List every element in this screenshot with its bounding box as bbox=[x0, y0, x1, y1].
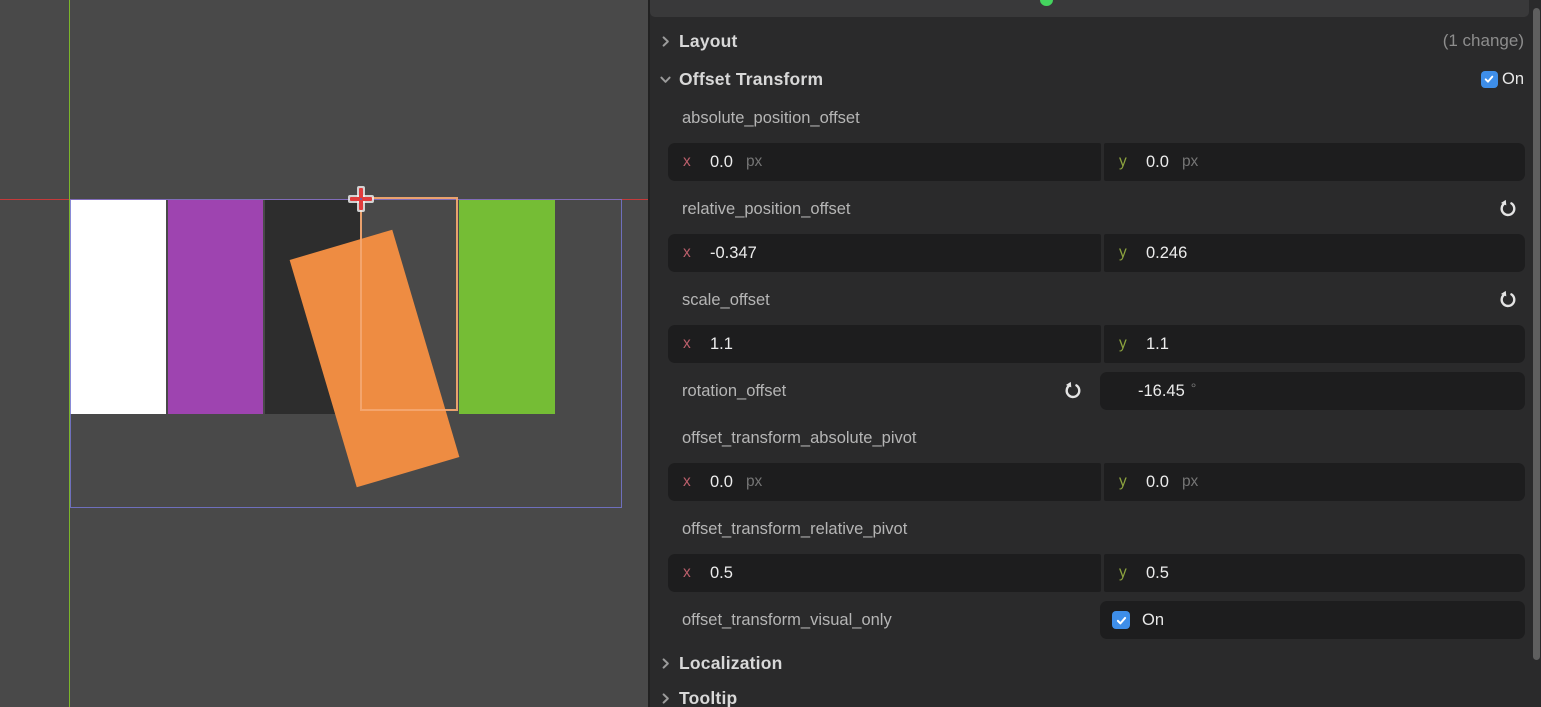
prop-label-text: offset_transform_relative_pivot bbox=[682, 520, 907, 539]
section-header-layout[interactable]: Layout (1 change) bbox=[650, 27, 1524, 55]
axis-y-label: y bbox=[1119, 473, 1133, 491]
prop-label-scale-offset: scale_offset bbox=[682, 286, 1518, 314]
section-header-localization[interactable]: Localization bbox=[650, 649, 1524, 677]
section-layout-label: Layout bbox=[679, 31, 738, 52]
unit-px: px bbox=[746, 473, 762, 491]
prop-label-offset-transform-relative-pivot: offset_transform_relative_pivot bbox=[682, 515, 1518, 543]
input-absolute-pivot-y[interactable]: y 0.0 px bbox=[1104, 463, 1525, 501]
prop-label-text: rotation_offset bbox=[682, 382, 786, 401]
input-absolute-position-offset-x[interactable]: x 0.0 px bbox=[668, 143, 1101, 181]
input-relative-pivot-y[interactable]: y 0.5 bbox=[1104, 554, 1525, 592]
axis-y-label: y bbox=[1119, 564, 1133, 582]
value-y: 0.0 bbox=[1146, 473, 1169, 492]
field-offset-transform-absolute-pivot: x 0.0 px y 0.0 px bbox=[668, 463, 1525, 501]
input-relative-position-offset-y[interactable]: y 0.246 bbox=[1104, 234, 1525, 272]
value-y: 0.0 bbox=[1146, 153, 1169, 172]
value-x: 0.0 bbox=[710, 153, 733, 172]
unit-px: px bbox=[1182, 153, 1198, 171]
input-rotation-offset[interactable]: -16.45 ° bbox=[1100, 372, 1525, 410]
input-visual-only-toggle[interactable]: On bbox=[1100, 601, 1525, 639]
value-y: 0.246 bbox=[1146, 244, 1187, 263]
input-absolute-position-offset-y[interactable]: y 0.0 px bbox=[1104, 143, 1525, 181]
section-tooltip-label: Tooltip bbox=[679, 688, 737, 707]
prop-label-text: offset_transform_visual_only bbox=[682, 611, 892, 630]
field-relative-position-offset: x -0.347 y 0.246 bbox=[668, 234, 1525, 272]
inspector-panel: Layout (1 change) Offset Transform On ab… bbox=[650, 0, 1541, 707]
chevron-right-icon bbox=[658, 34, 672, 48]
axis-x-label: x bbox=[683, 153, 697, 171]
axis-y-label: y bbox=[1119, 335, 1133, 353]
value-rotation: -16.45 bbox=[1138, 382, 1185, 401]
guide-line-vertical-green bbox=[69, 0, 70, 707]
prop-label-text: absolute_position_offset bbox=[682, 109, 860, 128]
scrollbar-thumb[interactable] bbox=[1533, 8, 1540, 660]
axis-x-label: x bbox=[683, 335, 697, 353]
axis-x-label: x bbox=[683, 244, 697, 262]
visual-only-checkbox[interactable] bbox=[1112, 611, 1130, 629]
chevron-down-icon bbox=[658, 72, 672, 86]
axis-x-label: x bbox=[683, 564, 697, 582]
offset-transform-toggle-label: On bbox=[1502, 70, 1524, 89]
unit-px: px bbox=[1182, 473, 1198, 491]
selected-widget-original-outline bbox=[360, 197, 458, 411]
widget-editor-window: Layout (1 change) Offset Transform On ab… bbox=[0, 0, 1541, 707]
row-offset-transform-visual-only: offset_transform_visual_only On bbox=[650, 601, 1541, 639]
prop-label-offset-transform-absolute-pivot: offset_transform_absolute_pivot bbox=[682, 424, 1518, 452]
value-x: 0.5 bbox=[710, 564, 733, 583]
visual-only-toggle-label: On bbox=[1142, 611, 1164, 630]
input-relative-pivot-x[interactable]: x 0.5 bbox=[668, 554, 1101, 592]
layout-change-count-badge: (1 change) bbox=[1443, 31, 1524, 51]
axis-y-label: y bbox=[1119, 153, 1133, 171]
section-localization-label: Localization bbox=[679, 653, 783, 674]
inspector-header-bar bbox=[650, 0, 1529, 17]
value-y: 0.5 bbox=[1146, 564, 1169, 583]
axis-x-label: x bbox=[683, 473, 697, 491]
field-scale-offset: x 1.1 y 1.1 bbox=[668, 325, 1525, 363]
input-absolute-pivot-x[interactable]: x 0.0 px bbox=[668, 463, 1101, 501]
axis-y-label: y bbox=[1119, 244, 1133, 262]
value-y: 1.1 bbox=[1146, 335, 1169, 354]
value-x: 0.0 bbox=[710, 473, 733, 492]
section-header-offset-transform[interactable]: Offset Transform On bbox=[650, 65, 1524, 93]
prop-label-text: offset_transform_absolute_pivot bbox=[682, 429, 917, 448]
row-rotation-offset: rotation_offset -16.45 ° bbox=[650, 372, 1541, 410]
value-x: -0.347 bbox=[710, 244, 757, 263]
unit-px: px bbox=[746, 153, 762, 171]
revert-icon[interactable] bbox=[1498, 290, 1518, 310]
field-offset-transform-relative-pivot: x 0.5 y 0.5 bbox=[668, 554, 1525, 592]
section-offset-transform-label: Offset Transform bbox=[679, 69, 823, 90]
chevron-right-icon bbox=[658, 656, 672, 670]
prop-label-absolute-position-offset: absolute_position_offset bbox=[682, 104, 1518, 132]
field-absolute-position-offset: x 0.0 px y 0.0 px bbox=[668, 143, 1525, 181]
chevron-right-icon bbox=[658, 691, 672, 705]
section-header-tooltip[interactable]: Tooltip bbox=[650, 684, 1524, 707]
prop-label-relative-position-offset: relative_position_offset bbox=[682, 195, 1518, 223]
revert-icon[interactable] bbox=[1063, 381, 1083, 401]
input-scale-offset-y[interactable]: y 1.1 bbox=[1104, 325, 1525, 363]
input-scale-offset-x[interactable]: x 1.1 bbox=[668, 325, 1101, 363]
prop-label-text: relative_position_offset bbox=[682, 200, 850, 219]
scene-canvas[interactable] bbox=[0, 0, 648, 707]
pivot-crosshair-icon bbox=[348, 186, 374, 212]
modified-indicator-dot bbox=[1040, 0, 1053, 6]
value-x: 1.1 bbox=[710, 335, 733, 354]
revert-icon[interactable] bbox=[1498, 199, 1518, 219]
crosshair-center-dot bbox=[360, 198, 362, 200]
prop-label-text: scale_offset bbox=[682, 291, 770, 310]
offset-transform-enabled-checkbox[interactable] bbox=[1481, 71, 1498, 88]
input-relative-position-offset-x[interactable]: x -0.347 bbox=[668, 234, 1101, 272]
unit-degrees: ° bbox=[1191, 380, 1197, 396]
